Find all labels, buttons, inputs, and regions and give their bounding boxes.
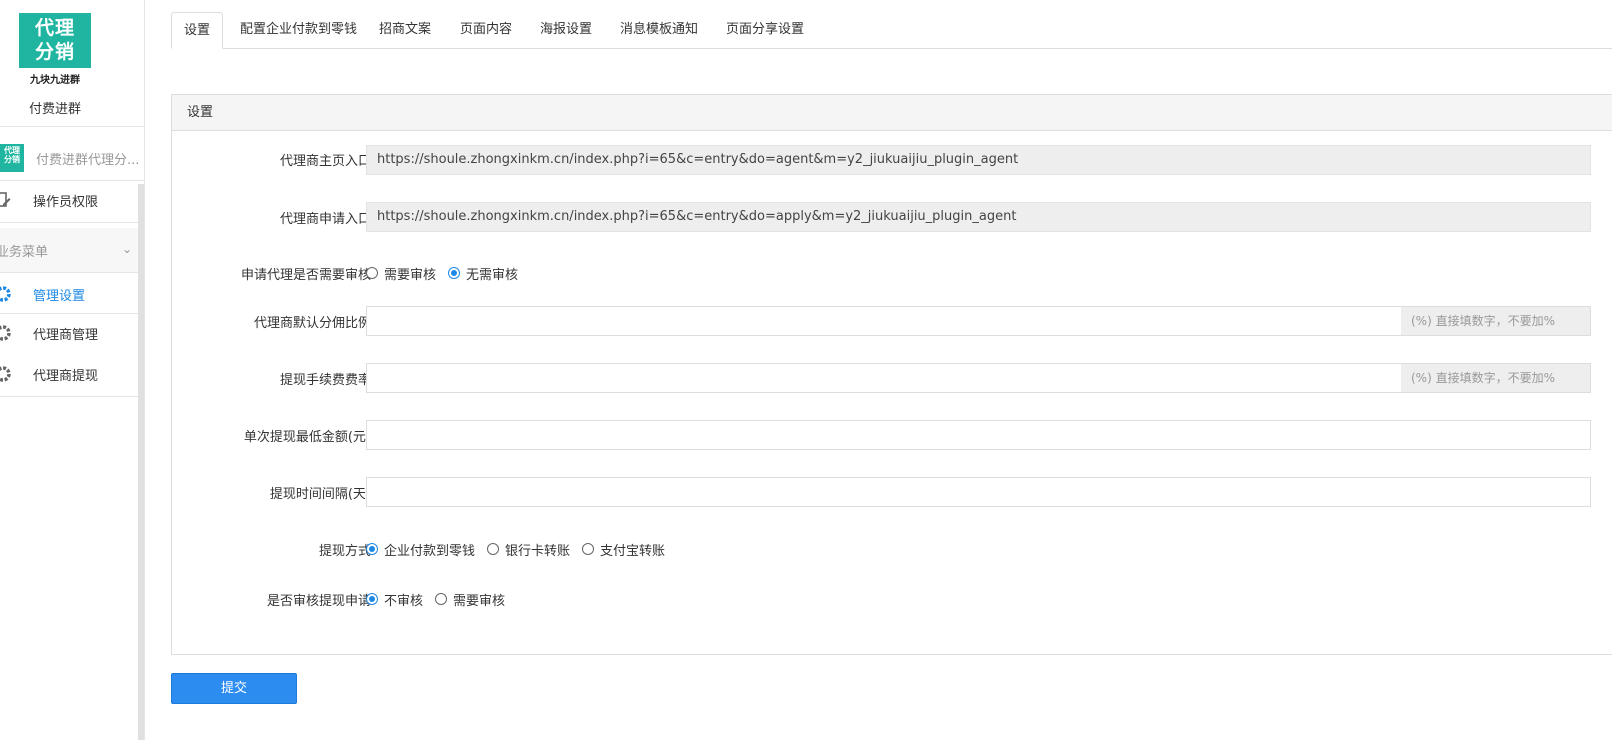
apply-review-label: 申请代理是否需要审核	[240, 268, 371, 283]
radio-label: 需要审核	[384, 267, 437, 283]
sidebar-item-agent-withdraw[interactable]: 代理商提现	[0, 354, 138, 394]
submit-button[interactable]: 提交	[171, 673, 297, 704]
sidebar-item-label: 操作员权限	[33, 195, 99, 210]
sidebar-item-operator-permissions[interactable]: 操作员权限	[0, 180, 138, 220]
chevron-down-icon: ⌄	[122, 242, 133, 256]
module-thumb-line2: 分销	[4, 155, 20, 164]
divider	[0, 272, 144, 273]
logo-text-line2: 分销	[34, 41, 75, 63]
radio-label: 企业付款到零钱	[384, 543, 476, 559]
sidebar-item-manage-settings[interactable]: 管理设置	[0, 274, 138, 314]
withdraw-fee-addon: (%) 直接填数字，不要加%	[1401, 363, 1591, 393]
business-menu-header[interactable]: 业务菜单 ⌄	[0, 228, 138, 272]
default-commission-label: 代理商默认分佣比例	[253, 316, 371, 331]
radio-apply-review-not-required[interactable]: 无需审核	[448, 264, 518, 283]
module-label: 付费进群代理分...	[36, 153, 140, 168]
radio-checked-icon	[366, 593, 378, 605]
edit-document-icon	[0, 192, 11, 207]
divider	[0, 396, 144, 397]
radio-label: 需要审核	[453, 593, 506, 609]
withdraw-interval-input[interactable]	[366, 477, 1591, 507]
min-withdraw-label: 单次提现最低金额(元)	[243, 430, 371, 445]
tab-page-share-settings[interactable]: 页面分享设置	[714, 12, 816, 49]
module-thumbnail: 代理 分销	[0, 144, 24, 172]
app-name: 付费进群	[28, 102, 81, 117]
radio-icon	[435, 593, 448, 605]
tab-recruit-copy[interactable]: 招商文案	[367, 12, 443, 49]
withdraw-review-label: 是否审核提现申请	[266, 594, 371, 609]
sidebar-item-label: 代理商提现	[33, 369, 99, 384]
divider	[0, 126, 144, 127]
radio-alipay-transfer[interactable]: 支付宝转账	[582, 540, 665, 559]
radio-checked-icon	[366, 543, 378, 555]
gear-icon	[0, 366, 11, 382]
sidebar-border	[144, 0, 145, 740]
radio-label: 不审核	[384, 593, 424, 609]
tab-poster-settings[interactable]: 海报设置	[528, 12, 604, 49]
tab-message-template[interactable]: 消息模板通知	[608, 12, 710, 49]
apply-review-radio-group: 需要审核 无需审核	[366, 263, 530, 283]
radio-icon	[487, 543, 500, 555]
withdraw-method-radio-group: 企业付款到零钱 银行卡转账 支付宝转账	[366, 539, 677, 559]
agent-home-url-field[interactable]: https://shoule.zhongxinkm.cn/index.php?i…	[366, 145, 1591, 175]
gear-icon	[0, 286, 11, 302]
current-module[interactable]: 代理 分销 付费进群代理分...	[0, 132, 144, 184]
withdraw-interval-label: 提现时间间隔(天)	[269, 487, 371, 502]
radio-bank-transfer[interactable]: 银行卡转账	[487, 540, 570, 559]
withdraw-method-label: 提现方式	[318, 544, 371, 559]
default-commission-input[interactable]	[366, 306, 1402, 336]
radio-enterprise-payment[interactable]: 企业付款到零钱	[366, 540, 475, 559]
withdraw-fee-input[interactable]	[366, 363, 1402, 393]
panel-title: 设置	[172, 95, 1612, 131]
radio-icon	[366, 267, 378, 279]
agent-apply-label: 代理商申请入口	[279, 212, 371, 227]
agent-home-label: 代理商主页入口	[279, 154, 371, 169]
logo-text-line1: 代理	[34, 17, 75, 39]
divider	[0, 222, 144, 223]
tab-page-content[interactable]: 页面内容	[448, 12, 524, 49]
radio-review-required[interactable]: 需要审核	[435, 590, 505, 609]
app-logo[interactable]: 代理 分销	[19, 13, 91, 68]
radio-checked-icon	[448, 267, 461, 279]
logo-subtitle: 九块九进群	[30, 75, 80, 86]
sidebar: 代理 分销 九块九进群 付费进群 代理 分销 付费进群代理分... 操作员权限 …	[0, 0, 144, 740]
withdraw-review-radio-group: 不审核 需要审核	[366, 589, 517, 609]
sidebar-item-agent-management[interactable]: 代理商管理	[0, 313, 138, 353]
tab-enterprise-payment[interactable]: 配置企业付款到零钱	[228, 12, 369, 49]
radio-apply-review-required[interactable]: 需要审核	[366, 264, 436, 283]
radio-no-review[interactable]: 不审核	[366, 590, 423, 609]
radio-label: 支付宝转账	[600, 543, 666, 559]
default-commission-addon: (%) 直接填数字，不要加%	[1401, 306, 1591, 336]
tab-settings[interactable]: 设置	[171, 12, 224, 49]
tab-bar: 设置 配置企业付款到零钱 招商文案 页面内容 海报设置 消息模板通知 页面分享设…	[171, 12, 1612, 49]
sidebar-item-label: 代理商管理	[33, 328, 99, 343]
radio-icon	[582, 543, 595, 555]
gear-icon	[0, 325, 11, 341]
withdraw-fee-label: 提现手续费费率	[279, 373, 371, 388]
min-withdraw-input[interactable]	[366, 420, 1591, 450]
radio-label: 无需审核	[466, 267, 519, 283]
settings-panel: 设置 代理商主页入口 https://shoule.zhongxinkm.cn/…	[171, 94, 1612, 655]
section-title: 业务菜单	[0, 245, 49, 260]
sidebar-item-label: 管理设置	[33, 289, 86, 304]
module-thumb-line1: 代理	[4, 146, 20, 155]
agent-apply-url-field[interactable]: https://shoule.zhongxinkm.cn/index.php?i…	[366, 202, 1591, 232]
radio-label: 银行卡转账	[505, 543, 571, 559]
